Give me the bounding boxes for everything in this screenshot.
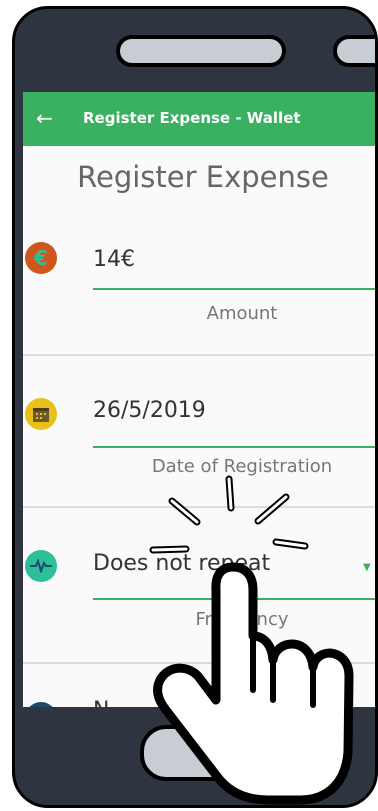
hand-pointer-icon [149, 475, 354, 805]
